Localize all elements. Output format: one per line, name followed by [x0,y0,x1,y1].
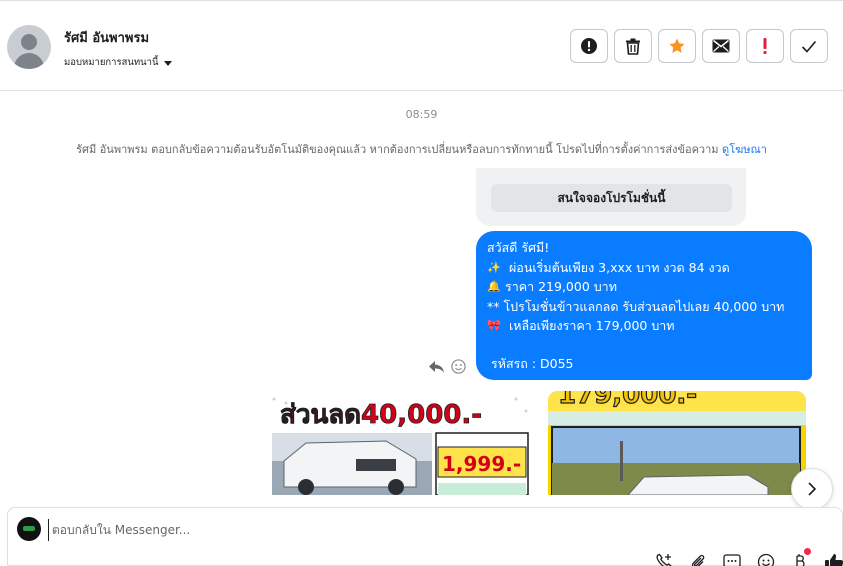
message-line: รหัสรถ : D055 [490,355,574,371]
check-icon [801,40,817,53]
attached-image-price[interactable]: 179,000.- [548,391,806,495]
smile-icon [757,553,775,566]
exclamation-icon [763,38,767,54]
like-button[interactable] [824,552,843,566]
mark-done-button[interactable] [790,29,828,63]
message-line: 🎀 เหลือเพียงราคา 179,000 บาท [487,316,802,336]
quick-reply-card: สนใจจองโปรโมชั่นนี้ [476,168,746,226]
emoji-react-icon[interactable] [451,359,466,374]
message-composer [7,507,843,566]
notice-text: รัศมี อันพาพรม ตอบกลับข้อความต้อนรับอัตโ… [76,143,719,156]
caret-down-icon [163,60,172,66]
bell-icon: 🔔 [487,280,501,293]
ribbon-icon: 🎀 [487,319,501,332]
message-line: ✨ ผ่อนเริ่มต้นเพียง 3,xxx บาท งวด 84 งวด [487,258,802,278]
message-tools [428,359,466,374]
envelope-icon [712,39,730,53]
follow-up-button[interactable] [746,29,784,63]
star-icon [669,38,685,53]
price-headline-text: 179,000.- [558,391,697,410]
header-actions [570,29,828,63]
message-line: สวัสดี รัศมี! [487,240,550,255]
page-avatar [17,517,41,541]
quick-reply-button[interactable]: สนใจจองโปรโมชั่นนี้ [491,184,732,212]
message-line: ** โปรโมชั่นข้าวแลกลด รับส่วนลดไปเลย 40,… [487,298,785,314]
assign-conversation-dropdown[interactable]: มอบหมายการสนทนานี้ [64,55,172,70]
thumbs-up-icon [825,554,843,566]
star-button[interactable] [658,29,696,63]
message-bubble[interactable]: สวัสดี รัศมี! ✨ ผ่อนเริ่มต้นเพียง 3,xxx … [476,231,812,380]
phone-plus-icon [656,553,672,566]
composer-tools [654,548,843,566]
alert-circle-icon [581,38,597,54]
conversation-header: รัศมี อันพาพรม มอบหมายการสนทนานี้ [0,3,843,91]
chevron-right-icon [808,482,817,496]
promo-discount-text: ส่วนลด40,000.- [280,400,482,430]
notification-dot [804,548,811,555]
auto-reply-notice: รัศมี อันพาพรม ตอบกลับข้อความต้อนรับอัตโ… [0,140,843,158]
delete-button[interactable] [614,29,652,63]
promo-price-text: 1,999.- [442,452,521,476]
avatar[interactable] [7,25,51,69]
attached-image-promo[interactable]: ส่วนลด40,000.- 1,999.- [266,391,536,495]
baht-icon [796,554,805,566]
emoji-button[interactable] [756,552,776,566]
reply-icon[interactable] [428,360,445,374]
paperclip-icon [691,554,705,566]
call-add-button[interactable] [654,552,674,566]
sparkles-icon: ✨ [487,260,501,274]
contact-name[interactable]: รัศมี อันพาพรม [64,27,149,48]
attach-button[interactable] [688,552,708,566]
payment-button[interactable] [790,548,811,566]
assign-label: มอบหมายการสนทนานี้ [64,57,159,68]
message-timestamp: 08:59 [405,108,438,121]
view-ad-link[interactable]: ดูโฆษณา [722,143,767,156]
chat-bubble-icon [723,553,741,566]
mark-spam-button[interactable] [570,29,608,63]
saved-replies-button[interactable] [722,552,742,566]
trash-icon [626,38,640,55]
reply-input[interactable] [48,519,648,541]
next-image-button[interactable] [791,468,833,510]
message-line: 🔔 ราคา 219,000 บาท [487,277,802,297]
mark-unread-button[interactable] [702,29,740,63]
